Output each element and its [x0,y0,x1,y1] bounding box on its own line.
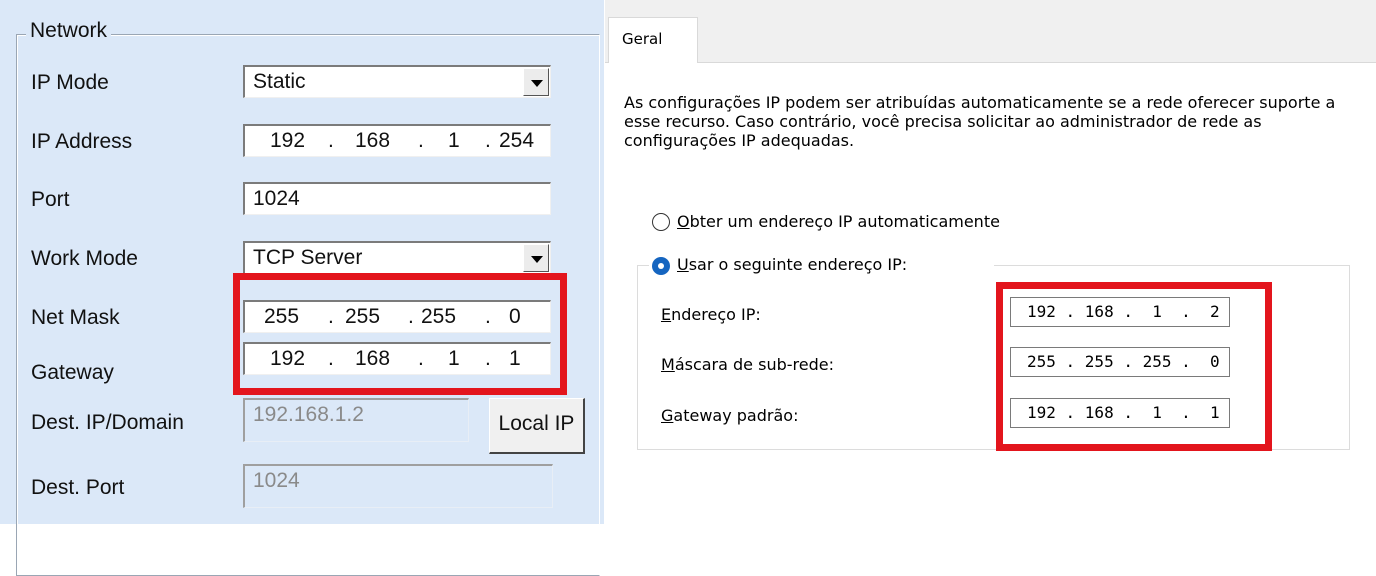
subnet-mask-field-label: Máscara de sub-rede: [661,355,834,374]
dest-port-label: Dest. Port [31,476,125,499]
highlight-box-right [996,282,1272,451]
work-mode-value: TCP Server [253,246,363,269]
tab-geral[interactable]: Geral [608,17,698,63]
ip-address-field-label: Endereço IP: [661,305,761,324]
local-ip-button[interactable]: Local IP [489,398,585,454]
ip-mode-select[interactable]: Static [243,65,551,98]
dest-ip-value: 192.168.1.2 [253,403,364,426]
ip-address-input[interactable]: 192 . 168 . 1 . 254 [243,124,551,157]
tab-strip [605,0,1376,63]
ip-octet-3: 1 [448,129,460,152]
chevron-down-icon[interactable] [523,68,549,96]
dest-ip-label: Dest. IP/Domain [31,411,184,434]
dest-port-input[interactable]: 1024 [243,464,553,508]
radio-manual-ip[interactable] [652,257,670,275]
highlight-box-left [233,273,567,395]
radio-auto-ip[interactable] [652,213,670,231]
work-mode-label: Work Mode [31,247,138,270]
port-input[interactable]: 1024 [243,182,551,215]
chevron-down-icon[interactable] [523,244,549,272]
ip-octet-2: 168 [355,129,391,152]
gateway-label: Gateway [31,361,114,384]
radio-auto-ip-label[interactable]: Obter um endereço IP automaticamente [677,212,1000,231]
dest-port-value: 1024 [253,469,300,492]
port-value: 1024 [253,187,300,210]
port-label: Port [31,188,70,211]
work-mode-select[interactable]: TCP Server [243,241,551,274]
description-text: As configurações IP podem ser atribuídas… [624,93,1336,150]
net-mask-label: Net Mask [31,306,120,329]
ip-mode-value: Static [253,70,306,93]
ip-octet-4: 254 [499,129,535,152]
default-gateway-field-label: Gateway padrão: [661,406,799,425]
radio-manual-ip-label[interactable]: Usar o seguinte endereço IP: [677,255,907,274]
ip-properties-panel: Geral As configurações IP podem ser atri… [605,0,1376,524]
ip-octet-1: 192 [270,129,306,152]
dest-ip-input[interactable]: 192.168.1.2 [243,398,469,442]
ip-mode-label: IP Mode [31,71,109,94]
ip-address-label: IP Address [31,130,133,153]
network-group-title: Network [26,19,112,43]
network-settings-panel: Network IP Mode Static IP Address 192 . … [0,0,604,576]
